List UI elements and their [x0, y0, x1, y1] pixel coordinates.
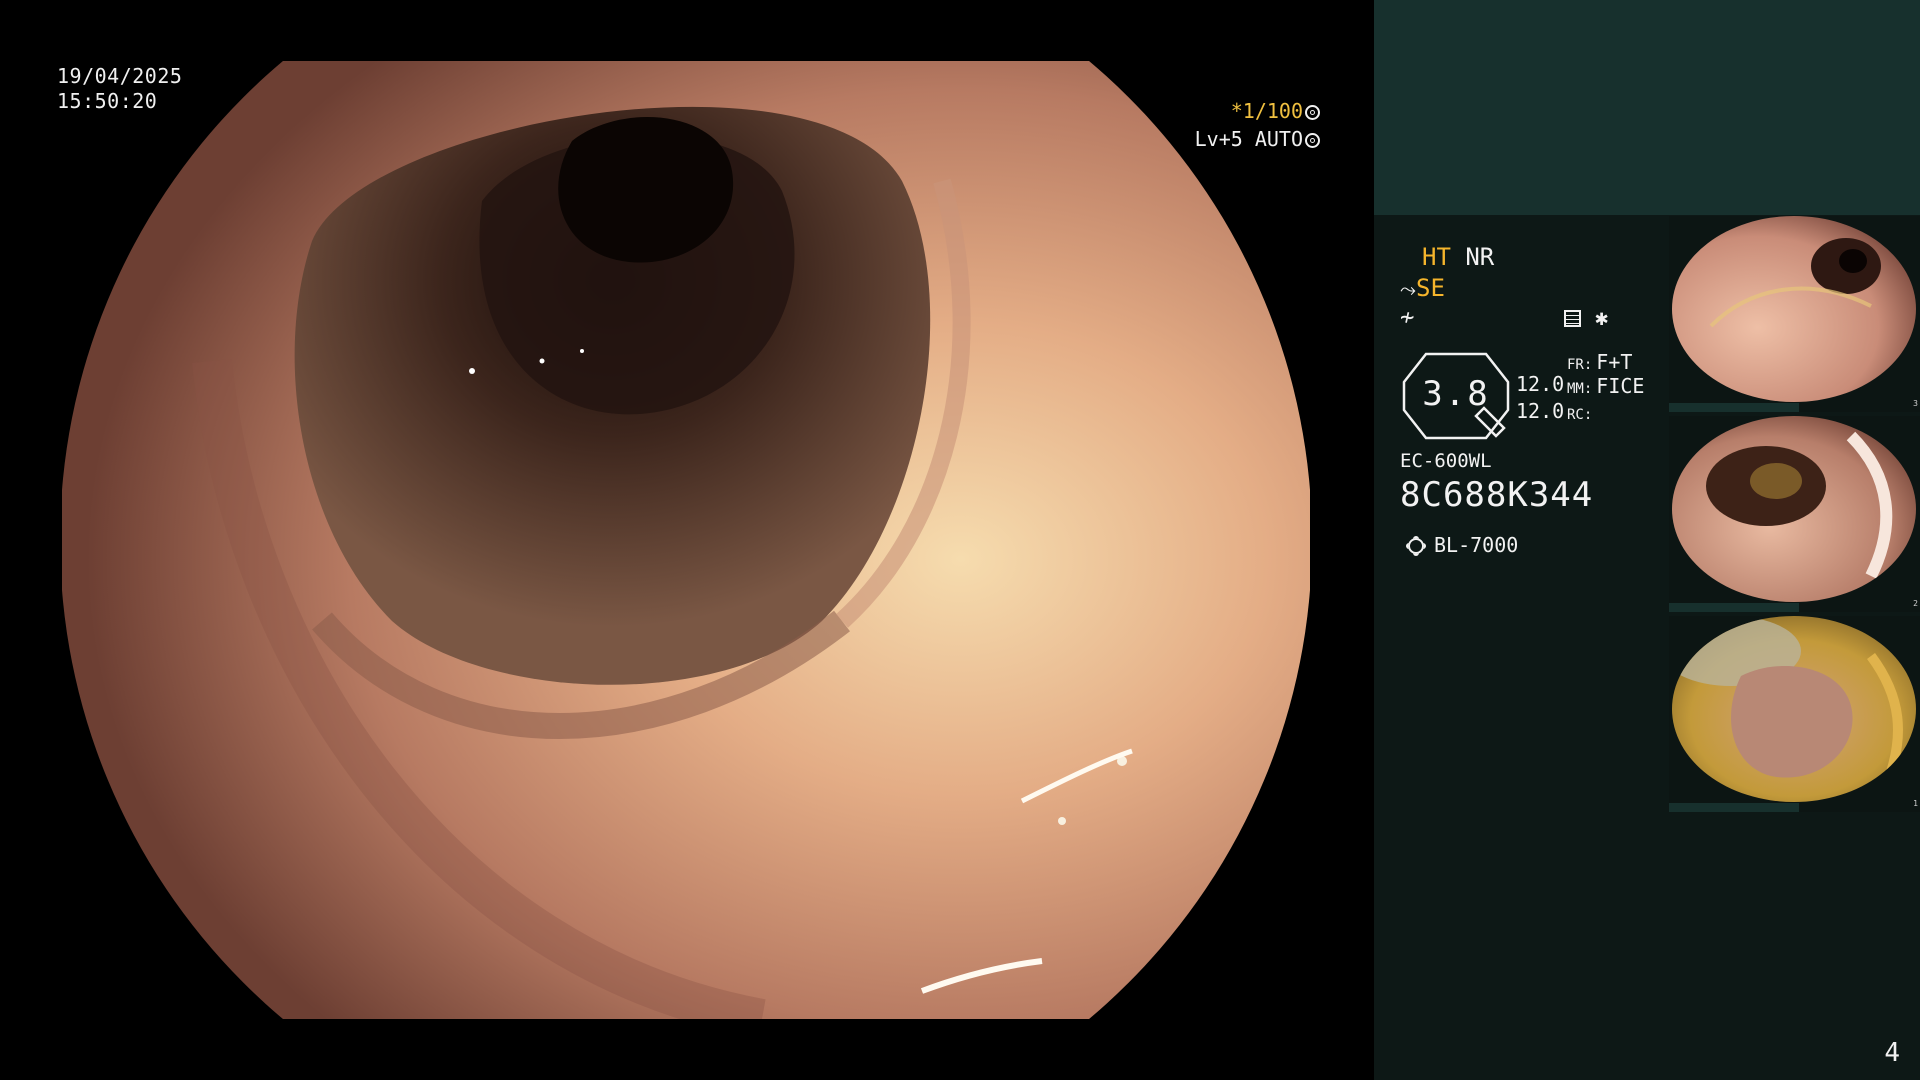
nr-mode: NR — [1465, 243, 1495, 271]
thumbnail-index: 1 — [1913, 799, 1918, 808]
light-source: BL-7000 — [1400, 533, 1518, 557]
asterisk-icon: ✱ — [1595, 306, 1609, 331]
light-source-label: BL-7000 — [1434, 533, 1519, 557]
level-value: Lv+5 AUTO — [1194, 127, 1303, 151]
thumbnail-image — [1672, 416, 1916, 602]
light-source-icon — [1408, 538, 1424, 554]
fr-value: F+T — [1596, 350, 1633, 374]
thumbnail-index: 3 — [1913, 399, 1918, 408]
mm-value: FICE — [1596, 374, 1645, 398]
rc-setting: RC: — [1567, 400, 1596, 424]
ht-mode: HT — [1422, 243, 1451, 271]
time-readout: 15:50:20 — [57, 89, 158, 113]
panel-header-area — [1374, 0, 1920, 215]
thumbnail-bar — [1669, 803, 1799, 812]
shutter-indicator: *1/100 — [1231, 99, 1320, 123]
capture-thumbnail[interactable]: 2 — [1669, 416, 1920, 612]
function-icon: ≁ — [1400, 303, 1415, 331]
tilde-arrow-icon: ⤳ — [1400, 277, 1416, 301]
mm-label: MM: — [1567, 381, 1593, 397]
parameter-value-a: 12.0 — [1516, 372, 1565, 396]
fr-label: FR: — [1567, 357, 1593, 373]
iris-icon — [1305, 105, 1320, 120]
date-readout: 19/04/2025 — [57, 64, 183, 88]
zoom-value: 3.8 — [1422, 374, 1490, 414]
structure-enhancement: ⤳SE — [1400, 274, 1445, 302]
auto-exposure-icon — [1305, 133, 1320, 148]
thumbnail-image — [1672, 216, 1916, 402]
thumbnail-bar — [1669, 403, 1799, 412]
scope-serial: 8C688K344 — [1400, 475, 1594, 515]
frame-rate-setting: FR: F+T — [1567, 350, 1632, 374]
parameter-value-b: 12.0 — [1516, 399, 1565, 423]
page-number: 4 — [1884, 1038, 1900, 1068]
shutter-value: *1/100 — [1230, 99, 1303, 123]
thumbnail-image — [1672, 616, 1916, 802]
thumbnail-bar — [1669, 603, 1799, 612]
brightness-level: Lv+5 AUTO — [1195, 127, 1320, 151]
enhancement-modes: HT NR — [1422, 243, 1494, 271]
rc-label: RC: — [1567, 407, 1593, 423]
thumbnail-index: 2 — [1913, 599, 1918, 608]
se-mode: SE — [1416, 274, 1445, 302]
mode-setting: MM: FICE — [1567, 374, 1644, 398]
endoscope-main-view — [62, 61, 1310, 1019]
scope-model: EC-600WL — [1400, 450, 1492, 472]
capture-thumbnail[interactable]: 3 — [1669, 216, 1920, 412]
memory-icon — [1564, 310, 1581, 327]
status-icons: ✱ — [1564, 306, 1608, 331]
capture-thumbnail[interactable]: 1 — [1669, 616, 1920, 812]
